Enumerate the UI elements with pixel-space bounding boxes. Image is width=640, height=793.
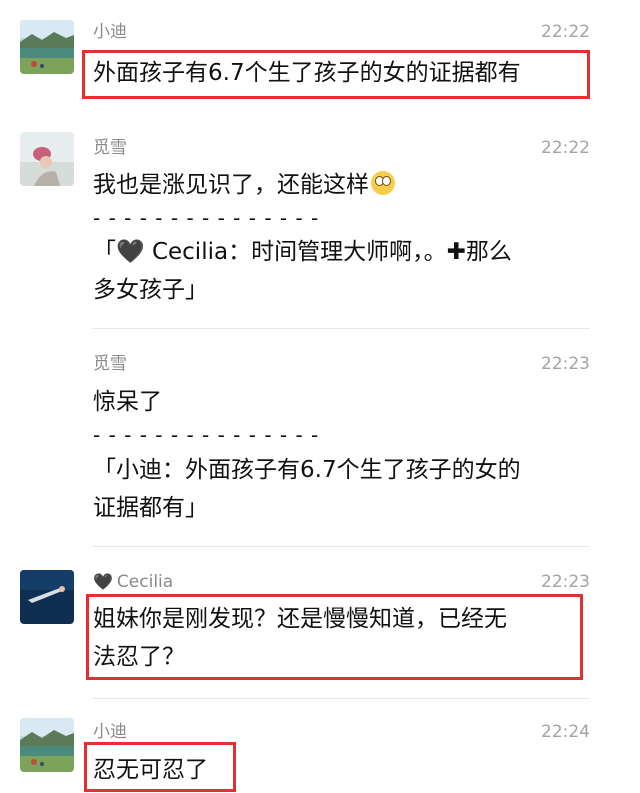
message-item[interactable]: 觅雪 22:22 我也是涨见识了，还能这样 - - - - - - - - - … bbox=[0, 110, 640, 330]
divider bbox=[93, 328, 590, 329]
highlight-box bbox=[84, 742, 236, 792]
message-item[interactable]: 🖤 Cecilia 22:23 姐妹你是刚发现？还是慢慢知道，已经无 法忍了？ bbox=[0, 550, 640, 700]
highlight-box bbox=[86, 594, 583, 680]
ocean-diver-avatar[interactable] bbox=[20, 570, 74, 624]
message-body: 我也是涨见识了，还能这样 bbox=[93, 172, 369, 198]
lake-landscape-avatar[interactable] bbox=[20, 20, 74, 74]
message-item[interactable]: 小迪 22:24 忍无可忍了 bbox=[0, 700, 640, 793]
quoted-message-line2: 多女孩子」 bbox=[93, 277, 208, 303]
message-time: 22:22 bbox=[541, 22, 590, 42]
quote-separator: - - - - - - - - - - - - - - - bbox=[93, 206, 320, 230]
sender-name: 小迪 bbox=[93, 22, 127, 42]
highlight-box bbox=[82, 50, 590, 99]
message-time: 22:24 bbox=[541, 722, 590, 742]
message-item[interactable]: 小迪 22:22 外面孩子有6.7个生了孩子的女的证据都有 bbox=[0, 0, 640, 110]
message-text: 我也是涨见识了，还能这样 bbox=[93, 167, 395, 203]
quote-separator: - - - - - - - - - - - - - - - bbox=[93, 423, 320, 447]
message-time: 22:22 bbox=[541, 138, 590, 158]
message-text: 惊呆了 bbox=[93, 389, 162, 415]
sender-name: 觅雪 bbox=[93, 138, 127, 158]
plus-icon: ✚ bbox=[446, 239, 466, 265]
black-heart-icon: 🖤 bbox=[116, 239, 145, 265]
flushed-face-emoji bbox=[371, 171, 395, 195]
divider bbox=[93, 698, 590, 699]
sender-name: 觅雪 bbox=[93, 354, 127, 374]
girl-portrait-avatar[interactable] bbox=[20, 132, 74, 186]
chat-feed: 小迪 22:22 外面孩子有6.7个生了孩子的女的证据都有 觅雪 22:22 我… bbox=[0, 0, 640, 793]
black-heart-icon: 🖤 bbox=[93, 572, 113, 591]
quoted-message-line2: 证据都有」 bbox=[93, 495, 208, 521]
quoted-message: 「🖤 Cecilia：时间管理大师啊，。✚那么 bbox=[93, 234, 512, 270]
quoted-message: 「小迪：外面孩子有6.7个生了孩子的女的 bbox=[93, 457, 521, 483]
message-item[interactable]: 觅雪 22:23 惊呆了 - - - - - - - - - - - - - -… bbox=[0, 330, 640, 550]
divider bbox=[93, 546, 590, 547]
message-time: 22:23 bbox=[541, 354, 590, 374]
sender-name: 小迪 bbox=[93, 722, 127, 742]
message-time: 22:23 bbox=[541, 572, 590, 592]
sender-name: 🖤 Cecilia bbox=[93, 572, 174, 592]
lake-landscape-avatar[interactable] bbox=[20, 718, 74, 772]
